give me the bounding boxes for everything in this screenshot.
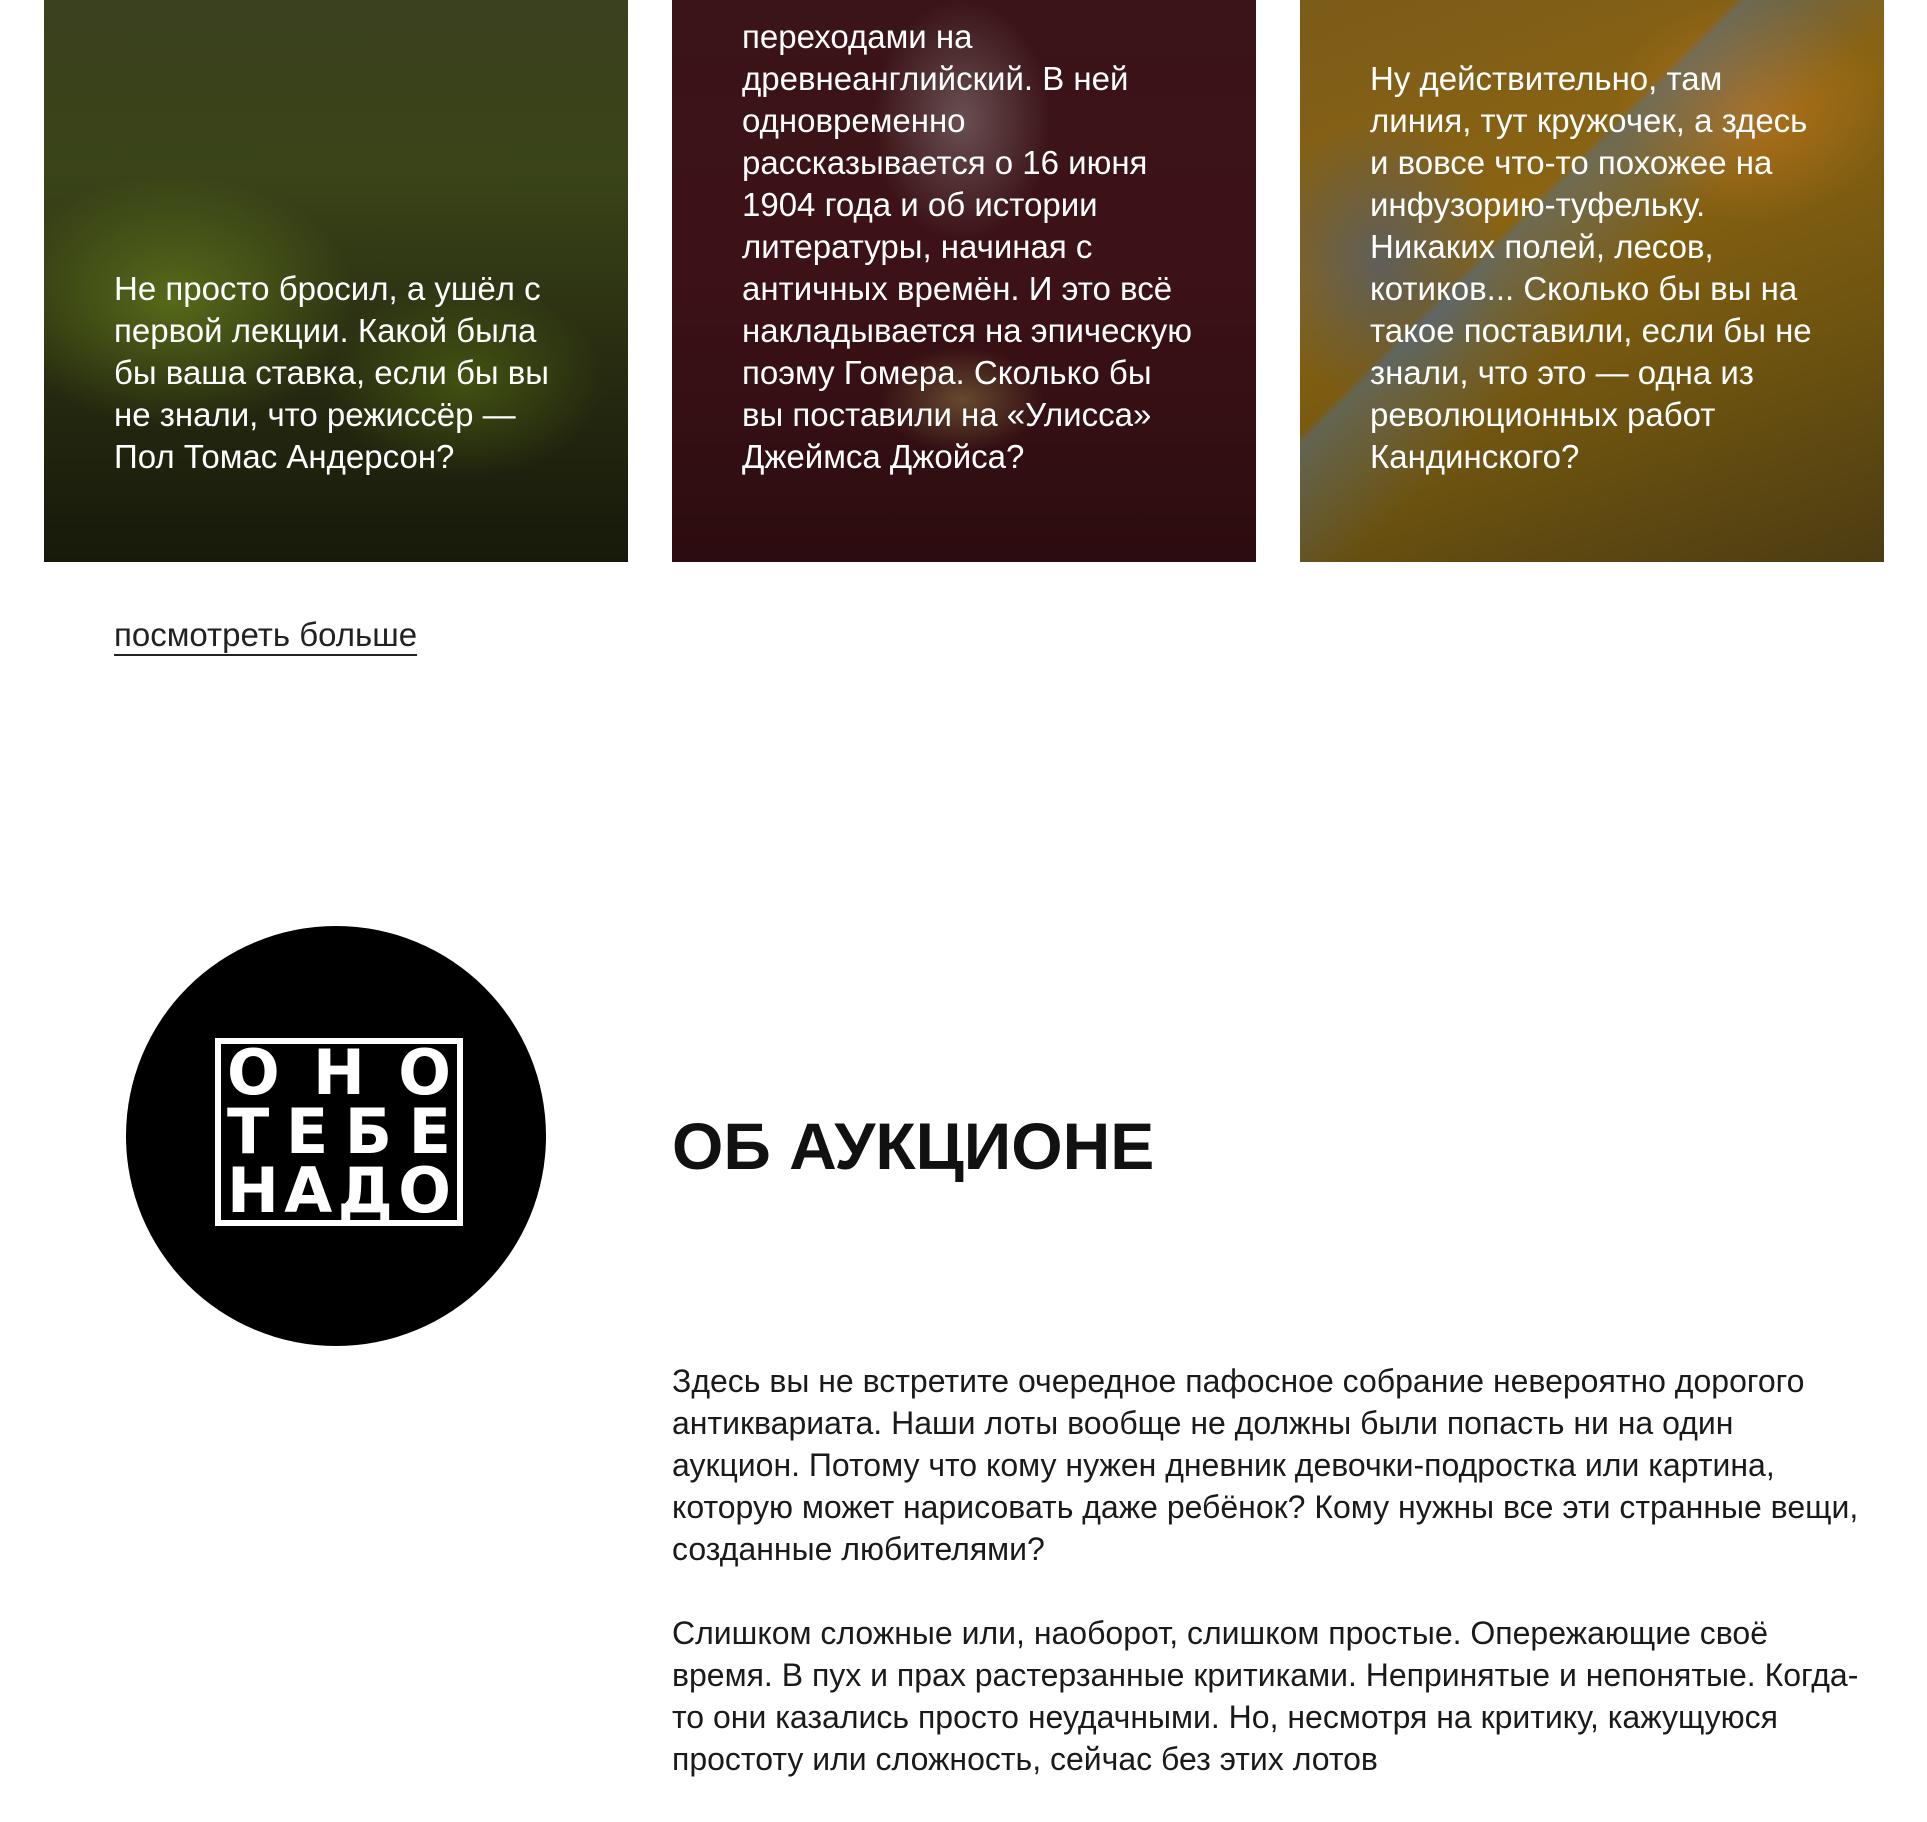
lot-card-text: переходами на древнеанглийский. В ней од… — [742, 18, 1193, 475]
lot-card-anderson[interactable]: Не просто бросил, а ушёл с первой лекции… — [44, 0, 628, 562]
logo-line-1: ОНО — [227, 1036, 451, 1110]
about-paragraph-1: Здесь вы не встретите очередное пафосное… — [672, 1363, 1859, 1567]
about-title: ОБ АУКЦИОНЕ — [672, 1109, 1155, 1183]
logo-line-2: ТЕБЕ — [227, 1094, 451, 1168]
about-text: Здесь вы не встретите очередное пафосное… — [672, 1360, 1862, 1822]
lot-card-ulysses[interactable]: переходами на древнеанглийский. В ней од… — [672, 0, 1256, 562]
lot-card-text: Не просто бросил, а ушёл с первой лекции… — [114, 270, 550, 475]
logo: ОНО ТЕБЕ НАДО — [126, 926, 546, 1346]
about-paragraph-2: Слишком сложные или, наоборот, слишком п… — [672, 1615, 1859, 1777]
logo-wordmark: ОНО ТЕБЕ НАДО — [215, 1038, 463, 1226]
see-more-link[interactable]: посмотреть больше — [114, 616, 417, 654]
logo-line-3: НАДО — [227, 1153, 451, 1227]
lot-card-text: Ну действительно, там линия, тут кружоче… — [1370, 60, 1812, 475]
lot-card-kandinsky[interactable]: Ну действительно, там линия, тут кружоче… — [1300, 0, 1884, 562]
